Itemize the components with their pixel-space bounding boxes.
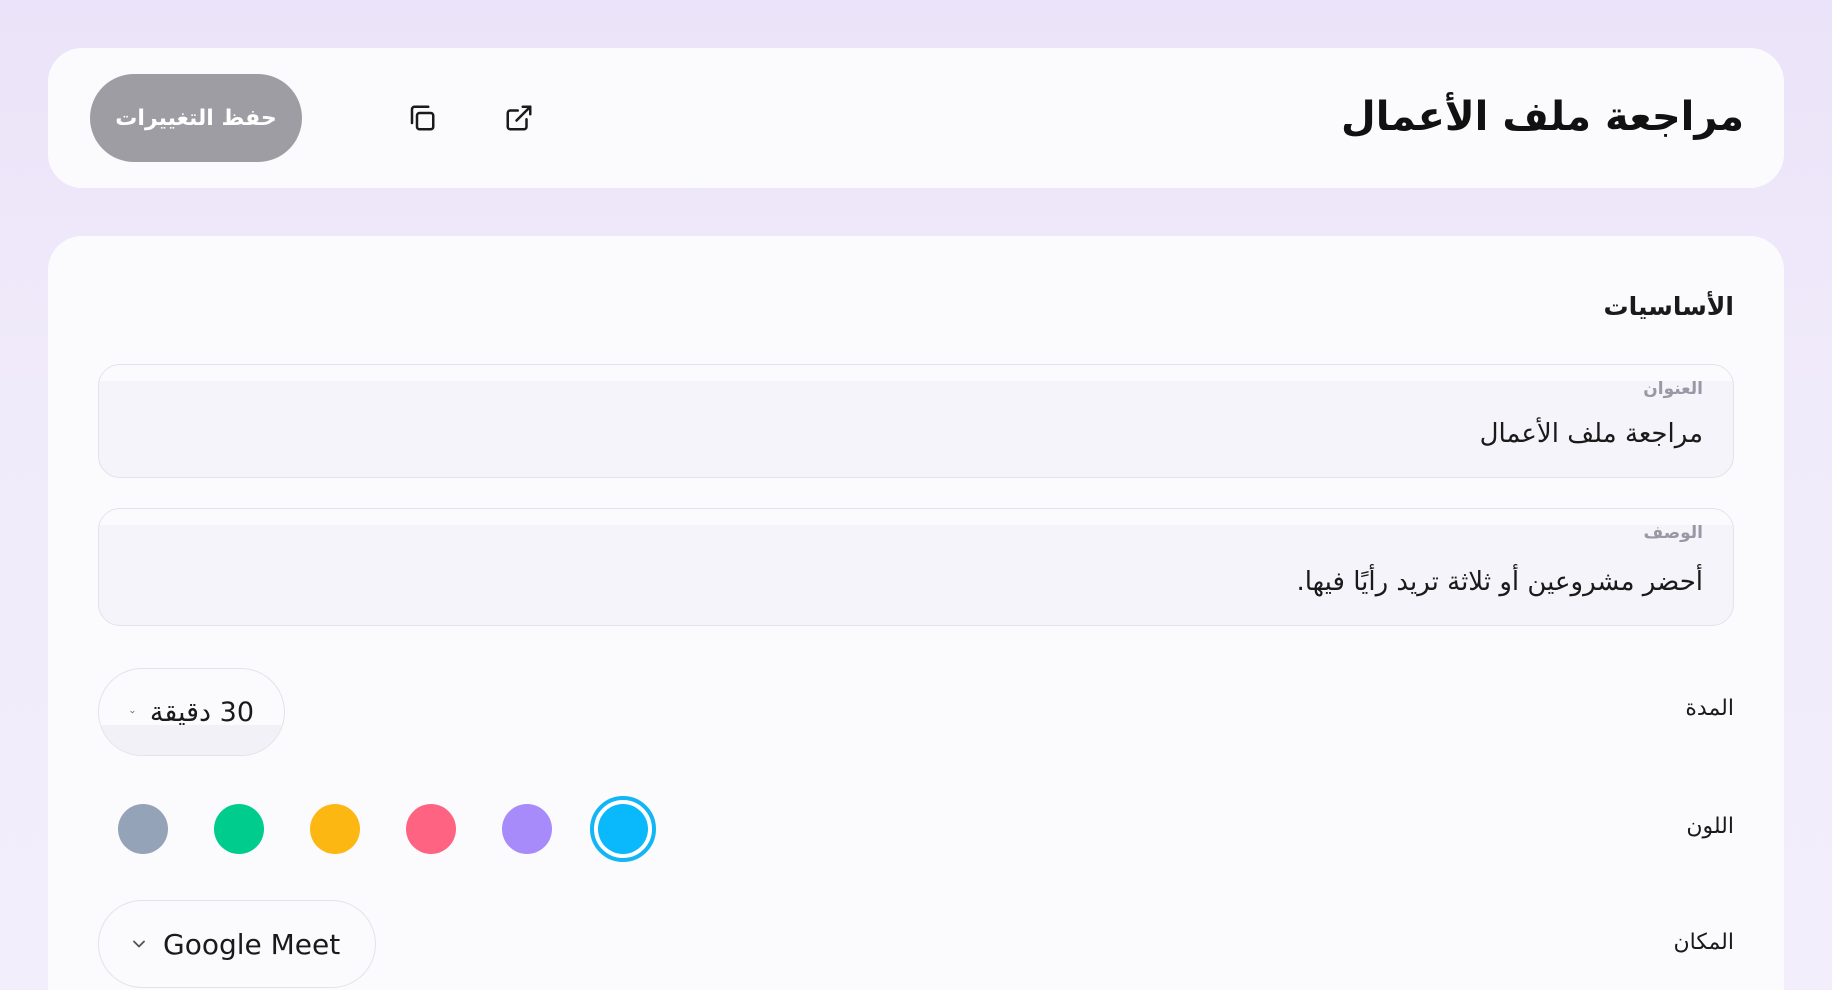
duration-value: 30 دقيقة — [149, 696, 254, 728]
copy-icon — [410, 105, 435, 131]
location-label: المكان — [1673, 930, 1734, 955]
title-field-value[interactable]: مراجعة ملف الأعمال — [1480, 419, 1703, 449]
color-swatch-pink[interactable] — [406, 804, 456, 854]
description-field[interactable]: الوصف أحضر مشروعين أو ثلاثة تريد رأيًا ف… — [98, 508, 1734, 626]
color-swatch-purple[interactable] — [502, 804, 552, 854]
description-field-value[interactable]: أحضر مشروعين أو ثلاثة تريد رأيًا فيها. — [1296, 567, 1703, 597]
location-value: Google Meet — [163, 927, 341, 961]
section-title: الأساسيات — [1603, 292, 1734, 321]
color-swatch-slate[interactable] — [118, 804, 168, 854]
external-link-icon — [506, 105, 532, 131]
chevron-down-icon — [130, 710, 135, 714]
color-swatch-amber[interactable] — [310, 804, 360, 854]
copy-button[interactable] — [392, 88, 452, 148]
duration-label: المدة — [1685, 696, 1734, 721]
duration-dropdown[interactable]: 30 دقيقة — [98, 668, 285, 756]
color-swatch-blue-selected[interactable] — [590, 796, 656, 862]
basics-card: الأساسيات العنوان مراجعة ملف الأعمال الو… — [48, 236, 1784, 990]
open-external-button[interactable] — [489, 88, 549, 148]
color-label: اللون — [1686, 814, 1734, 839]
location-dropdown[interactable]: Google Meet — [98, 900, 376, 988]
chevron-down-icon — [133, 940, 145, 948]
header-card: حفظ التغييرات مراجعة ملف الأعمال — [48, 48, 1784, 188]
color-swatch-green[interactable] — [214, 804, 264, 854]
title-field[interactable]: العنوان مراجعة ملف الأعمال — [98, 364, 1734, 478]
save-button[interactable]: حفظ التغييرات — [90, 74, 302, 162]
page-title: مراجعة ملف الأعمال — [1341, 94, 1744, 140]
title-field-label: العنوان — [1643, 379, 1703, 399]
description-field-label: الوصف — [1643, 523, 1703, 543]
